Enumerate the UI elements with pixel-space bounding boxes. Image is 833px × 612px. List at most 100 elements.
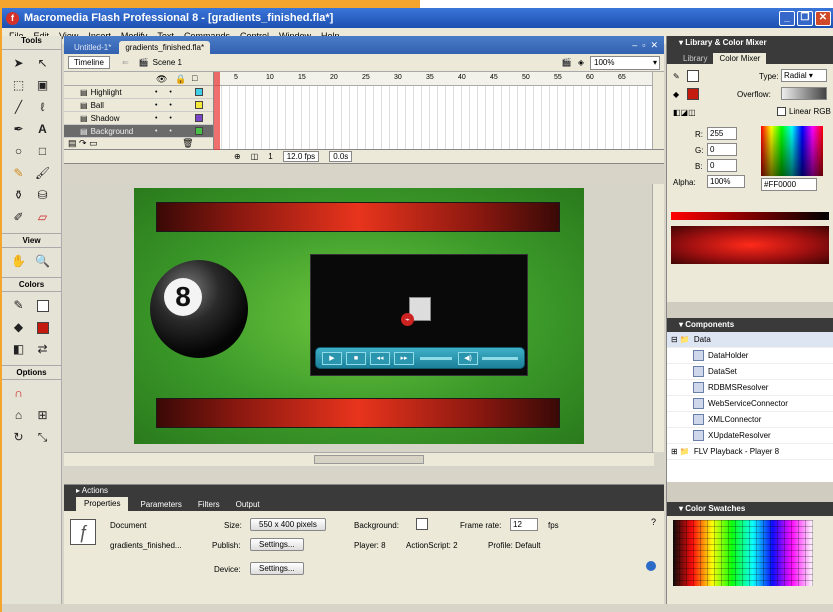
insert-layer-icon[interactable]: ▤: [68, 138, 77, 148]
type-select[interactable]: Radial ▾: [781, 69, 827, 82]
color-swatches-panel[interactable]: [667, 516, 833, 604]
stroke-color-icon[interactable]: ✎: [9, 295, 29, 315]
g-input[interactable]: 0: [707, 143, 737, 156]
bottom-red-bar[interactable]: [156, 398, 560, 428]
playhead[interactable]: [214, 72, 220, 150]
line-icon[interactable]: ╱: [9, 97, 29, 117]
layer-color-swatch[interactable]: [195, 88, 203, 96]
layer-row[interactable]: ▤ Highlight • •: [64, 86, 213, 99]
tab-untitled[interactable]: Untitled-1*: [68, 41, 117, 54]
pen-icon[interactable]: ✒: [9, 119, 29, 139]
free-transform-icon[interactable]: ⬚: [9, 75, 29, 95]
component-item[interactable]: RDBMSResolver: [667, 380, 833, 396]
lasso-icon[interactable]: ℓ: [33, 97, 53, 117]
close-button[interactable]: ✕: [815, 10, 831, 26]
eyedropper-icon[interactable]: ✐: [9, 207, 29, 227]
layer-folder-icon[interactable]: ▭: [89, 138, 98, 148]
tab-properties[interactable]: Properties: [76, 497, 129, 511]
help-icon[interactable]: ?: [651, 517, 656, 527]
subselect-icon[interactable]: ↖: [33, 53, 53, 73]
device-settings-button[interactable]: Settings...: [250, 562, 304, 575]
timeline-vscroll[interactable]: [652, 72, 664, 149]
rectangle-icon[interactable]: □: [33, 141, 53, 161]
components-header[interactable]: ▾ Components: [667, 318, 833, 332]
default-colors-icon[interactable]: ◧: [9, 339, 29, 359]
seek-bar[interactable]: [420, 357, 452, 360]
hex-input[interactable]: #FF0000: [761, 178, 817, 191]
layer-color-swatch[interactable]: [195, 114, 203, 122]
smooth-icon[interactable]: [33, 383, 53, 403]
volume-icon[interactable]: ◀): [458, 352, 478, 365]
hand-icon[interactable]: ✋: [9, 251, 29, 271]
frames-area[interactable]: 5 10 15 20 25 30 35 40 45 50 55 60 65: [214, 72, 652, 150]
forward-icon[interactable]: ▸▸: [394, 352, 414, 365]
oval-icon[interactable]: ○: [9, 141, 29, 161]
fill-color-icon[interactable]: ◆: [9, 317, 29, 337]
lock-icon[interactable]: 🔒: [175, 74, 186, 85]
guide-layer-icon[interactable]: ↷: [79, 138, 87, 148]
component-item[interactable]: DataHolder: [667, 348, 833, 364]
layer-row-selected[interactable]: ▤ Background • •: [64, 125, 213, 138]
tab-color-mixer[interactable]: Color Mixer: [713, 53, 767, 64]
ink-bottle-icon[interactable]: ⚱: [9, 185, 29, 205]
mixer-fill-swatch[interactable]: [687, 88, 699, 100]
component-item[interactable]: XUpdateResolver: [667, 428, 833, 444]
tab-gradients[interactable]: gradients_finished.fla*: [119, 41, 211, 54]
layer-color-swatch[interactable]: [195, 101, 203, 109]
eraser-icon[interactable]: ▱: [33, 207, 53, 227]
b-input[interactable]: 0: [707, 159, 737, 172]
size-button[interactable]: 550 x 400 pixels: [250, 518, 326, 531]
zoom-icon[interactable]: 🔍: [33, 251, 53, 271]
back-arrow-icon[interactable]: ⇐: [122, 58, 129, 67]
stroke-pencil-icon[interactable]: ✎: [673, 72, 680, 81]
outline-icon[interactable]: □: [192, 73, 197, 83]
center-frame-icon[interactable]: ⊕: [234, 152, 241, 161]
stage-canvas[interactable]: 8 ⌁ ▶ ■ ◂◂ ▸▸ ◀): [134, 188, 584, 444]
minimize-button[interactable]: _: [779, 10, 795, 26]
publish-settings-button[interactable]: Settings...: [250, 538, 304, 551]
rewind-icon[interactable]: ◂◂: [370, 352, 390, 365]
text-icon[interactable]: A: [33, 119, 53, 139]
linear-rgb-checkbox[interactable]: [777, 107, 786, 116]
timeline-toggle-button[interactable]: Timeline: [68, 56, 110, 69]
eye-icon[interactable]: 👁: [156, 74, 167, 85]
frame-ruler[interactable]: 5 10 15 20 25 30 35 40 45 50 55 60 65: [214, 72, 652, 86]
fill-color-swatch[interactable]: [33, 317, 53, 337]
scale-icon[interactable]: ⤡: [33, 427, 53, 447]
overflow-select[interactable]: [781, 87, 827, 100]
expand-icon[interactable]: [646, 561, 656, 571]
mixer-small-icons[interactable]: ◧◪◫: [673, 108, 696, 117]
r-input[interactable]: 255: [707, 127, 737, 140]
swap-colors-icon[interactable]: ⇄: [33, 339, 53, 359]
mixer-stroke-swatch[interactable]: [687, 70, 699, 82]
brush-icon[interactable]: 🖌: [33, 163, 53, 183]
volume-slider[interactable]: [482, 357, 518, 360]
restore-button[interactable]: ❐: [797, 10, 813, 26]
rotate-icon[interactable]: ↻: [9, 427, 29, 447]
video-player[interactable]: ⌁ ▶ ■ ◂◂ ▸▸ ◀): [310, 254, 528, 376]
background-color-swatch[interactable]: [416, 518, 428, 530]
eight-ball[interactable]: 8: [150, 260, 248, 358]
fill-bucket-icon[interactable]: ◆: [673, 90, 679, 99]
layer-row[interactable]: ▤ Ball • •: [64, 99, 213, 112]
paint-bucket-icon[interactable]: ⛁: [33, 185, 53, 205]
component-item[interactable]: WebServiceConnector: [667, 396, 833, 412]
frame-rate-input[interactable]: 12: [510, 518, 538, 531]
layer-row[interactable]: ▤ Shadow • •: [64, 112, 213, 125]
alpha-input[interactable]: 100%: [707, 175, 745, 188]
components-category[interactable]: ⊞ 📁 FLV Playback - Player 8: [667, 444, 833, 460]
tab-parameters[interactable]: Parameters: [136, 500, 185, 509]
layer-color-swatch[interactable]: [195, 127, 203, 135]
gradient-transform-icon[interactable]: ▣: [33, 75, 53, 95]
component-item[interactable]: XMLConnector: [667, 412, 833, 428]
doc-window-controls[interactable]: – ▫ ✕: [626, 40, 664, 54]
edit-symbol-icon[interactable]: ◈: [578, 58, 584, 67]
stroke-color-swatch[interactable]: [33, 295, 53, 315]
lock-fill-icon[interactable]: ⌂: [9, 405, 29, 425]
zoom-select[interactable]: 100% ▾: [590, 55, 660, 70]
component-item[interactable]: DataSet: [667, 364, 833, 380]
color-spectrum[interactable]: [761, 126, 823, 176]
onion-skin-icon[interactable]: ◫: [251, 152, 259, 161]
actions-panel-header[interactable]: ▸ Actions: [64, 485, 664, 497]
stage-vscroll[interactable]: [652, 184, 664, 452]
